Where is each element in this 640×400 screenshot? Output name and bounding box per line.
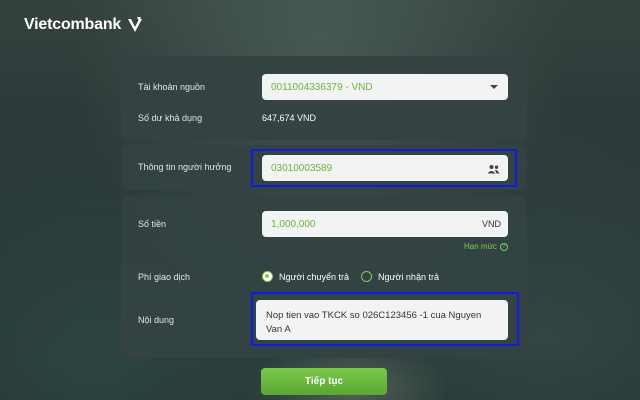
limit-link-label: Hạn mức xyxy=(464,242,497,251)
help-icon: ? xyxy=(499,242,508,251)
balance-label: Số dư khả dụng xyxy=(138,113,203,123)
amount-value: 1,000,000 xyxy=(271,218,316,230)
amount-currency: VND xyxy=(481,219,501,229)
source-account-select[interactable]: 0011004336379 - VND xyxy=(262,74,508,100)
fee-option-receiver-label: Người nhận trả xyxy=(378,271,439,282)
amount-label: Số tiền xyxy=(138,219,167,229)
beneficiary-label: Thông tin người hưởng xyxy=(138,162,232,172)
fee-option-sender-label: Người chuyển trả xyxy=(279,271,349,282)
beneficiary-highlight xyxy=(251,149,517,187)
radio-selected-icon[interactable] xyxy=(262,271,273,282)
fee-option-sender[interactable]: Người chuyển trả xyxy=(262,271,349,282)
fee-option-receiver[interactable]: Người nhận trả xyxy=(361,271,439,282)
chevron-down-icon xyxy=(490,85,498,89)
amount-input[interactable]: 1,000,000 VND xyxy=(262,211,508,237)
content-label: Nội dung xyxy=(138,315,175,325)
limit-link[interactable]: Hạn mức ? xyxy=(464,242,508,251)
continue-button[interactable]: Tiếp tục xyxy=(261,368,387,395)
vietcombank-logo-icon xyxy=(128,17,143,32)
source-account-label: Tài khoản nguồn xyxy=(138,82,206,92)
content-highlight xyxy=(251,292,519,346)
brand-logo[interactable]: Vietcombank xyxy=(24,15,145,35)
balance-value: 647,674 VND xyxy=(262,113,317,123)
header: Vietcombank xyxy=(0,0,640,52)
fee-label: Phí giao dịch xyxy=(138,272,191,282)
brand-name: Vietcombank xyxy=(24,16,122,33)
radio-unselected-icon[interactable] xyxy=(361,271,372,282)
source-account-card: Tài khoản nguồn 0011004336379 - VND Số d… xyxy=(121,56,527,140)
source-account-value: 0011004336379 - VND xyxy=(271,81,373,93)
